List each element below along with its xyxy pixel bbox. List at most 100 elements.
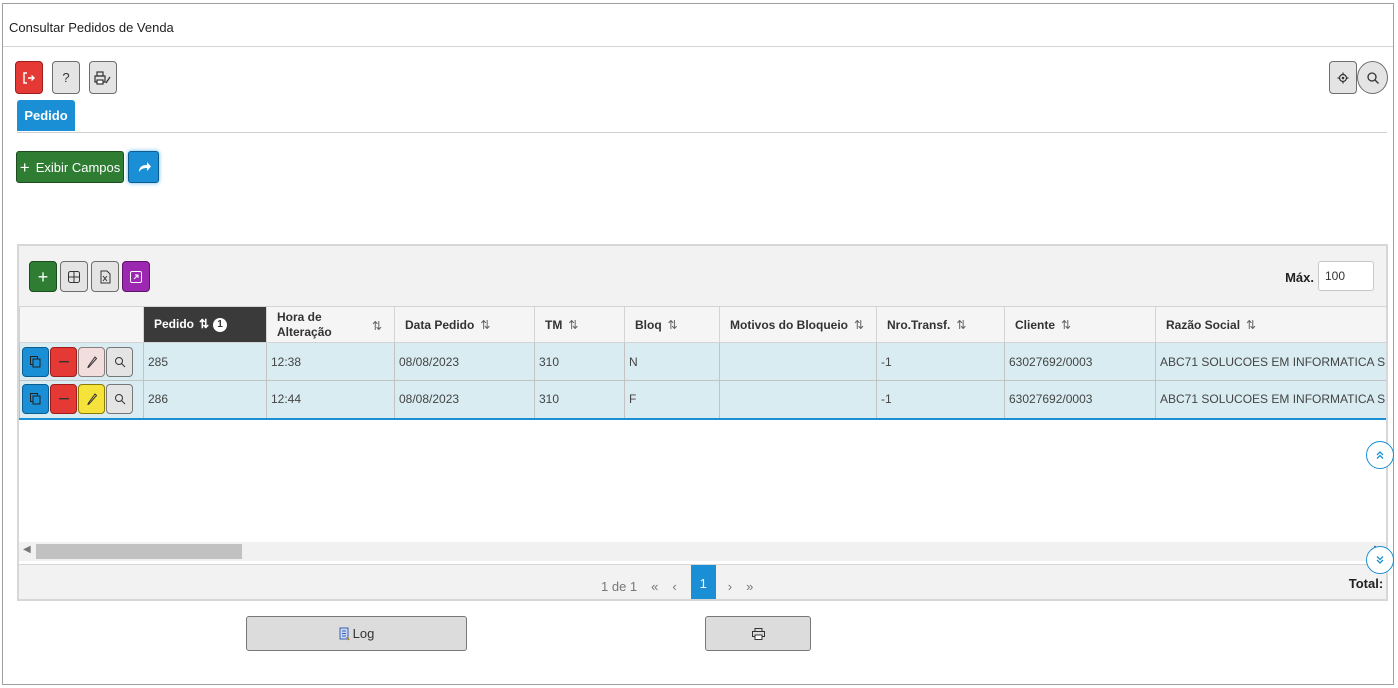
header-razao-social[interactable]: Razão Social ⇅ — [1155, 306, 1386, 343]
cell-bloq: F — [624, 380, 720, 420]
cell-razao: ABC71 SOLUCOES EM INFORMATICA S.A. — [1155, 342, 1386, 381]
cell-motivos — [719, 342, 877, 381]
grid-icon — [68, 270, 80, 283]
settings-button[interactable] — [1329, 61, 1357, 94]
log-icon — [339, 627, 350, 640]
header-razao-label: Razão Social — [1166, 317, 1241, 332]
cell-data: 08/08/2023 — [394, 342, 535, 381]
total-count: Total: 2 — [1348, 576, 1386, 591]
header-data-label: Data Pedido — [405, 317, 475, 332]
print-button[interactable] — [705, 616, 811, 651]
cell-transf: -1 — [876, 380, 1005, 420]
header-hora-alteracao[interactable]: Hora de Alteração ⇅ — [266, 306, 395, 343]
exit-button[interactable] — [15, 61, 43, 94]
max-label: Máx. — [1285, 270, 1314, 285]
header-motivos-label: Motivos do Bloqueio — [730, 317, 848, 332]
edit-button[interactable] — [78, 346, 105, 377]
header-transf-label: Nro.Transf. — [887, 317, 951, 332]
add-row-button[interactable]: + — [29, 261, 57, 292]
row-actions — [19, 380, 144, 420]
table-row[interactable]: 286 12:44 08/08/2023 310 F -1 63027692/0… — [19, 380, 1386, 420]
sort-icon: ⇅ — [1061, 317, 1072, 332]
cell-pedido: 286 — [143, 380, 267, 420]
horizontal-scrollbar[interactable]: ◀ ▶ — [19, 542, 1386, 561]
log-button[interactable]: Log — [246, 616, 467, 651]
sort-icon: ⇅ — [568, 317, 579, 332]
cell-bloq: N — [624, 342, 720, 381]
first-page-button[interactable]: « — [651, 579, 658, 594]
edit-button[interactable] — [78, 384, 105, 415]
copy-button[interactable] — [22, 346, 49, 377]
double-chevron-down-icon — [1376, 556, 1384, 564]
header-cliente[interactable]: Cliente ⇅ — [1004, 306, 1156, 343]
tab-pedido[interactable]: Pedido — [17, 100, 75, 131]
pagination: 1 de 1 « ‹ 1 › » — [601, 565, 767, 599]
search-button[interactable] — [1357, 61, 1388, 94]
header-cliente-label: Cliente — [1015, 317, 1056, 332]
scroll-left-icon[interactable]: ◀ — [23, 544, 31, 555]
window-frame: Consultar Pedidos de Venda ? Pedido + Ex… — [2, 3, 1394, 685]
header-pedido[interactable]: Pedido ⇅ 1 — [143, 306, 267, 343]
cell-data: 08/08/2023 — [394, 380, 535, 420]
title-bar: Consultar Pedidos de Venda — [3, 4, 1393, 47]
header-bloq[interactable]: Bloq ⇅ — [624, 306, 720, 343]
copy-button[interactable] — [22, 384, 49, 415]
expand-button[interactable] — [122, 261, 150, 292]
view-button[interactable] — [106, 384, 133, 415]
table-header: Pedido ⇅ 1 Hora de Alteração ⇅ Data Pedido ⇅… — [19, 306, 1386, 343]
scrollbar-thumb[interactable] — [36, 544, 242, 559]
scroll-top-button[interactable] — [1366, 441, 1394, 469]
cell-hora: 12:44 — [266, 380, 395, 420]
sort-icon: ⇅ — [1246, 317, 1257, 332]
header-nro-transf[interactable]: Nro.Transf. ⇅ — [876, 306, 1005, 343]
minus-icon — [58, 360, 69, 362]
exit-icon — [23, 71, 35, 84]
max-input[interactable] — [1318, 261, 1374, 291]
show-fields-label: Exibir Campos — [35, 159, 121, 175]
cell-hora: 12:38 — [266, 342, 395, 381]
scroll-bottom-button[interactable] — [1366, 546, 1394, 574]
search-icon — [114, 394, 125, 405]
show-fields-button[interactable]: + Exibir Campos — [16, 151, 124, 183]
double-chevron-up-icon — [1376, 451, 1384, 459]
sort-icon: ⇅ — [854, 317, 865, 332]
delete-button[interactable] — [50, 346, 77, 377]
sort-order-badge: 1 — [213, 317, 228, 332]
header-motivos-bloqueio[interactable]: Motivos do Bloqueio ⇅ — [719, 306, 877, 343]
search-icon — [1366, 71, 1379, 84]
plus-icon: + — [19, 157, 30, 177]
printer-icon — [751, 627, 765, 640]
minus-icon — [58, 398, 69, 400]
row-actions — [19, 342, 144, 381]
columns-button[interactable] — [60, 261, 88, 292]
delete-button[interactable] — [50, 384, 77, 415]
cell-cliente: 63027692/0003 — [1004, 380, 1156, 420]
sort-icon: ⇅ — [480, 317, 491, 332]
share-button[interactable] — [128, 151, 159, 183]
last-page-button[interactable]: » — [746, 579, 753, 594]
print-config-button[interactable] — [89, 61, 117, 94]
help-icon: ? — [62, 70, 70, 85]
tab-divider — [17, 132, 1387, 133]
current-page-button[interactable]: 1 — [690, 565, 716, 599]
header-pedido-label: Pedido — [154, 317, 195, 332]
next-page-button[interactable]: › — [728, 579, 732, 594]
orders-grid: + Máx. Pedido⇅1 — [17, 244, 1388, 601]
header-tm[interactable]: TM ⇅ — [534, 306, 625, 343]
cell-transf: -1 — [876, 342, 1005, 381]
cell-razao: ABC71 SOLUCOES EM INFORMATICA S.A. — [1155, 380, 1386, 420]
pencil-icon — [86, 355, 97, 368]
sort-icon: ⇅ — [371, 319, 382, 333]
export-excel-button[interactable] — [91, 261, 119, 292]
log-label: Log — [352, 626, 375, 641]
header-data-pedido[interactable]: Data Pedido ⇅ — [394, 306, 535, 343]
pencil-icon — [86, 393, 97, 406]
table-row[interactable]: 285 12:38 08/08/2023 310 N -1 63027692/0… — [19, 342, 1386, 381]
expand-icon — [130, 270, 142, 283]
grid-footer: 1 de 1 « ‹ 1 › » Total: 2 — [19, 564, 1386, 599]
help-button[interactable]: ? — [52, 61, 80, 94]
view-button[interactable] — [106, 346, 133, 377]
plus-icon: + — [37, 266, 49, 287]
header-actions — [19, 306, 144, 343]
prev-page-button[interactable]: ‹ — [672, 579, 676, 594]
